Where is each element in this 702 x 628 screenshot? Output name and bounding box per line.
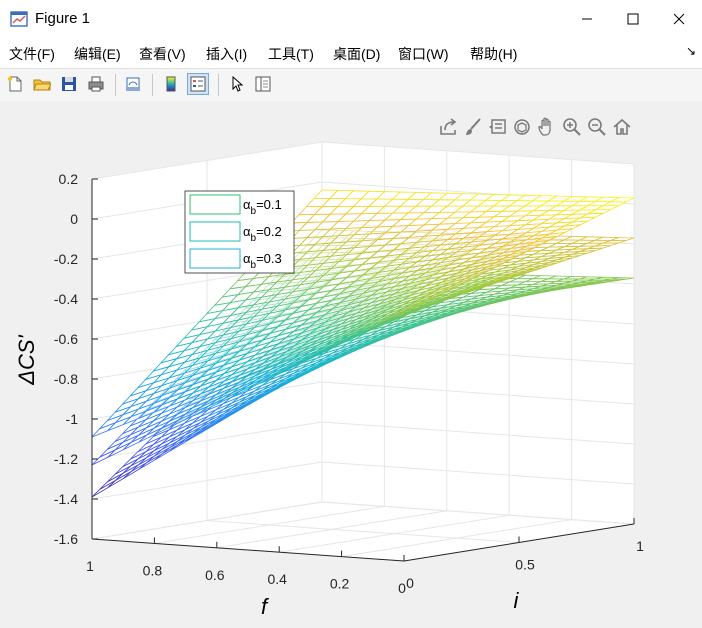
z-tick-label: -0.8: [54, 371, 78, 387]
f-tick-label: 0: [398, 580, 406, 596]
i-tick-label: 1: [636, 538, 644, 554]
f-tick-label: 0.4: [267, 571, 287, 587]
z-tick-label: 0.2: [59, 171, 79, 187]
x-axis-label: f: [261, 594, 270, 619]
surface-chart[interactable]: 0.2 0 -0.2 -0.4 -0.6 -0.8 -1 -1.2 -1.4 -1.6 1 0.8 0.…: [0, 0, 702, 628]
z-axis-label: ΔCS': [14, 334, 39, 385]
z-tick-label: -1.2: [54, 451, 78, 467]
z-tick-label: 0: [70, 211, 78, 227]
z-tick-label: -0.6: [54, 331, 78, 347]
legend-swatch-2: [189, 221, 241, 242]
f-tick-label: 0.2: [330, 576, 350, 592]
z-tick-label: -0.4: [54, 291, 78, 307]
i-tick-label: 0.5: [515, 557, 535, 573]
z-tick-label: -1.4: [54, 491, 78, 507]
legend-swatch-1: [189, 194, 241, 215]
f-tick-label: 0.8: [143, 562, 163, 578]
y-axis-label: i: [514, 588, 520, 613]
f-tick-label: 1: [86, 558, 94, 574]
f-tick-label: 0.6: [205, 567, 225, 583]
legend[interactable]: αb=0.1 αb=0.2 αb=0.3: [184, 190, 295, 274]
i-tick-label: 0: [406, 575, 414, 591]
z-tick-label: -1: [66, 411, 79, 427]
z-tick-label: -1.6: [54, 531, 78, 547]
z-tick-label: -0.2: [54, 251, 78, 267]
legend-swatch-3: [189, 248, 241, 269]
